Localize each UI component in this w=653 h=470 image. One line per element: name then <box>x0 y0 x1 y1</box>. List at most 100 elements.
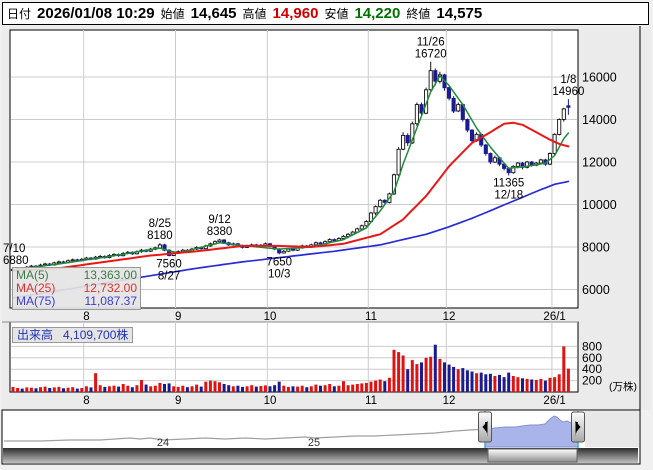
svg-text:8: 8 <box>83 395 89 407</box>
volume-bar <box>374 380 378 392</box>
volume-bar <box>543 380 547 392</box>
svg-text:11365: 11365 <box>493 177 524 189</box>
svg-text:7/10: 7/10 <box>3 243 25 255</box>
svg-text:10000: 10000 <box>582 198 617 212</box>
volume-bar <box>323 385 327 392</box>
volume-bar <box>305 387 309 392</box>
volume-bar <box>43 386 47 392</box>
volume-bar <box>507 372 511 392</box>
volume-bar <box>263 385 267 392</box>
candle <box>332 239 337 242</box>
svg-text:10/3: 10/3 <box>268 268 290 280</box>
volume-bar <box>52 387 56 392</box>
svg-text:9: 9 <box>175 395 181 407</box>
volume-bar <box>410 360 414 392</box>
candle <box>566 105 571 108</box>
range-navigator[interactable]: 24 25 <box>1 409 641 465</box>
volume-bar <box>401 355 405 392</box>
volume-bar <box>465 370 469 392</box>
volume-bar <box>62 388 65 392</box>
volume-bar <box>539 378 543 392</box>
candle <box>378 199 383 208</box>
svg-text:8000: 8000 <box>582 241 610 255</box>
volume-bar <box>493 376 497 392</box>
svg-text:8/27: 8/27 <box>158 270 180 282</box>
svg-text:6880: 6880 <box>3 255 29 267</box>
candle <box>561 108 566 120</box>
svg-text:200: 200 <box>582 374 602 388</box>
volume-bar <box>392 349 396 392</box>
volume-bar <box>29 387 33 392</box>
volume-bar <box>364 382 368 392</box>
volume-bar <box>126 385 130 392</box>
volume-bar <box>222 384 226 392</box>
candle <box>313 242 318 246</box>
svg-text:10: 10 <box>264 395 277 407</box>
svg-text:(万株): (万株) <box>609 380 637 393</box>
svg-text:8/25: 8/25 <box>149 218 171 230</box>
volume-bar <box>84 386 88 392</box>
svg-text:26/1: 26/1 <box>543 395 565 407</box>
volume-bar <box>351 384 355 392</box>
volume-bar <box>34 388 38 392</box>
volume-bar <box>282 385 286 392</box>
candle <box>488 153 493 163</box>
volume-bar <box>167 383 171 392</box>
ma-legend: MA(5) 13,363.00 MA(25) 12,732.00 MA(75) … <box>12 267 141 310</box>
svg-text:24: 24 <box>157 437 169 449</box>
chart-area: 16000 14000 12000 10000 8000 6000 800 600 400 200… <box>0 0 653 470</box>
volume-bar <box>309 386 313 392</box>
svg-text:14000: 14000 <box>582 113 617 127</box>
volume-bar <box>277 381 281 392</box>
candle <box>483 144 488 154</box>
volume-bar <box>502 377 506 392</box>
volume-bar <box>498 374 501 392</box>
candlestick-chart-canvas[interactable]: 1600014000120001000080006000800600400200… <box>0 0 653 470</box>
chart-panels <box>2 26 651 410</box>
svg-text:8380: 8380 <box>207 226 233 238</box>
volume-bar <box>360 383 364 392</box>
volume-bar <box>355 384 359 392</box>
volume-bar <box>530 379 534 392</box>
navigator-scrollbar-thumb[interactable] <box>487 448 578 463</box>
svg-text:14960: 14960 <box>552 86 584 98</box>
svg-text:11: 11 <box>365 311 377 323</box>
volume-bar <box>66 387 70 392</box>
volume-bar <box>94 373 98 392</box>
volume-bar <box>383 381 387 392</box>
volume-bar <box>89 387 93 392</box>
volume-bar <box>470 371 474 392</box>
svg-text:16000: 16000 <box>582 71 617 85</box>
candle <box>281 250 286 254</box>
volume-bar <box>369 381 373 392</box>
volume-bar <box>557 374 561 392</box>
volume-bar <box>438 358 442 392</box>
volume-bar <box>484 374 488 392</box>
svg-text:12: 12 <box>443 395 456 407</box>
candle <box>364 221 369 227</box>
candle <box>552 133 557 154</box>
volume-bar <box>296 386 300 392</box>
volume-bar <box>204 381 208 392</box>
candle <box>405 134 410 144</box>
volume-bar <box>117 386 121 392</box>
volume-bar <box>39 387 42 392</box>
volume-bar <box>163 384 166 392</box>
volume-bar <box>11 386 15 392</box>
volume-bar <box>562 346 566 392</box>
volume-bar <box>208 380 212 392</box>
volume-bar <box>236 385 240 392</box>
volume-bar <box>57 386 61 392</box>
volume-bar <box>387 377 391 393</box>
svg-text:8180: 8180 <box>147 230 173 242</box>
volume-bar <box>378 379 382 392</box>
volume-bar <box>130 387 134 392</box>
volume-bar <box>71 387 75 392</box>
candle <box>286 248 291 252</box>
candle <box>465 119 470 131</box>
svg-text:25: 25 <box>308 437 320 449</box>
volume-bar <box>332 386 336 392</box>
volume-bar <box>337 385 341 392</box>
svg-text:7650: 7650 <box>266 256 292 268</box>
volume-bar <box>254 386 258 392</box>
